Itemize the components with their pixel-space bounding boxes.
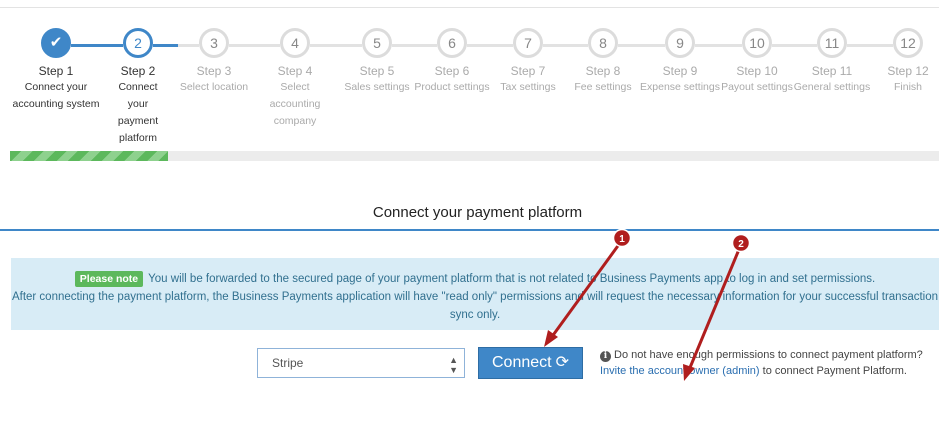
connect-button-label: Connect <box>492 354 552 371</box>
page-title: Connect your payment platform <box>372 204 583 221</box>
connect-button[interactable]: Connect ⟳ <box>478 347 583 379</box>
wizard-stepper: ✔ Step 1 Connect your accounting system 2 St… <box>0 28 939 144</box>
step-number: 2 <box>123 28 153 58</box>
step-number: 7 <box>513 28 543 58</box>
step-number: 6 <box>437 28 467 58</box>
step-7[interactable]: 7 Step 7 Tax settings <box>488 28 568 96</box>
annotation-marker-1-label: 1 <box>619 234 625 245</box>
refresh-icon: ⟳ <box>555 354 569 371</box>
step-title: Step 12 <box>887 64 929 78</box>
step-description: Connect your accounting system <box>12 81 100 110</box>
payment-platform-select[interactable]: Stripe ▲ ▼ <box>257 348 465 378</box>
step-description: Tax settings <box>500 81 556 93</box>
invite-owner-link[interactable]: Invite the account owner (admin) <box>600 365 760 377</box>
annotation-marker-2 <box>731 233 751 253</box>
step-6[interactable]: 6 Step 6 Product settings <box>412 28 492 96</box>
step-number: 9 <box>665 28 695 58</box>
permissions-question: i Do not have enough permissions to conne… <box>600 349 923 362</box>
step-9[interactable]: 9 Step 9 Expense settings <box>640 28 720 96</box>
progress-bar-fill <box>10 151 168 161</box>
step-title: Step 1 <box>38 64 74 78</box>
step-10[interactable]: 10 Step 10 Payout settings <box>717 28 797 96</box>
progress-bar <box>10 151 939 161</box>
step-title: Step 5 <box>359 64 395 78</box>
step-title: Step 11 <box>811 64 853 78</box>
step-description: General settings <box>793 81 871 93</box>
step-description: Fee settings <box>574 81 632 93</box>
step-title: Step 2 <box>120 64 156 78</box>
notice-text-1: You will be forwarded to the secured pag… <box>148 273 876 285</box>
notice-line-1: Please note You will be forwarded to the… <box>11 270 939 288</box>
step-title: Step 4 <box>277 64 313 78</box>
annotation-marker-2-label: 2 <box>738 239 744 250</box>
step-12[interactable]: 12 Step 12 Finish <box>868 28 939 96</box>
step-description: Product settings <box>414 81 490 93</box>
step-4[interactable]: 4 Step 4 Select accounting company <box>255 28 335 130</box>
notice-box: Please note You will be forwarded to the… <box>11 258 939 330</box>
please-note-badge: Please note <box>74 271 144 287</box>
step-description: Select location <box>179 81 249 93</box>
step-title: Step 7 <box>510 64 546 78</box>
step-description: Expense settings <box>640 81 720 93</box>
title-divider <box>0 229 939 231</box>
step-description: Finish <box>893 81 922 93</box>
step-number: 4 <box>280 28 310 58</box>
step-title: Step 9 <box>662 64 698 78</box>
step-title: Step 6 <box>434 64 470 78</box>
step-11[interactable]: 11 Step 11 General settings <box>792 28 872 96</box>
top-border <box>0 0 939 8</box>
step-number: 8 <box>588 28 618 58</box>
step-description: Select accounting company <box>269 81 321 127</box>
annotation-arrowhead-1 <box>544 330 558 347</box>
step-8[interactable]: 8 Step 8 Fee settings <box>563 28 643 96</box>
step-5[interactable]: 5 Step 5 Sales settings <box>337 28 417 96</box>
dropdown-arrow-icon: ▲ ▼ <box>449 355 458 375</box>
step-title: Step 10 <box>736 64 778 78</box>
step-title: Step 3 <box>196 64 232 78</box>
step-description: Connect your payment platform <box>117 81 159 144</box>
step-number: 12 <box>893 28 923 58</box>
step-3[interactable]: 3 Step 3 Select location <box>174 28 254 96</box>
step-number: 3 <box>199 28 229 58</box>
permissions-question-text: Do not have enough permissions to connec… <box>614 349 923 361</box>
step-description: Payout settings <box>721 81 793 93</box>
permissions-invite: Invite the account owner (admin) to conn… <box>600 365 907 377</box>
annotation-marker-1 <box>612 228 632 248</box>
step-2[interactable]: 2 Step 2 Connect your payment platform <box>98 28 178 147</box>
step-description: Sales settings <box>344 81 410 93</box>
step-number: 5 <box>362 28 392 58</box>
payment-platform-select-value: Stripe <box>272 356 304 370</box>
step-number: 11 <box>817 28 847 58</box>
step-title: Step 8 <box>585 64 621 78</box>
step-1[interactable]: ✔ Step 1 Connect your accounting system <box>10 28 102 113</box>
permissions-suffix: to connect Payment Platform. <box>762 365 907 377</box>
checkmark-icon: ✔ <box>41 28 71 58</box>
step-number: 10 <box>742 28 772 58</box>
info-icon: i <box>600 351 611 362</box>
notice-text-2: After connecting the payment platform, t… <box>11 291 939 321</box>
